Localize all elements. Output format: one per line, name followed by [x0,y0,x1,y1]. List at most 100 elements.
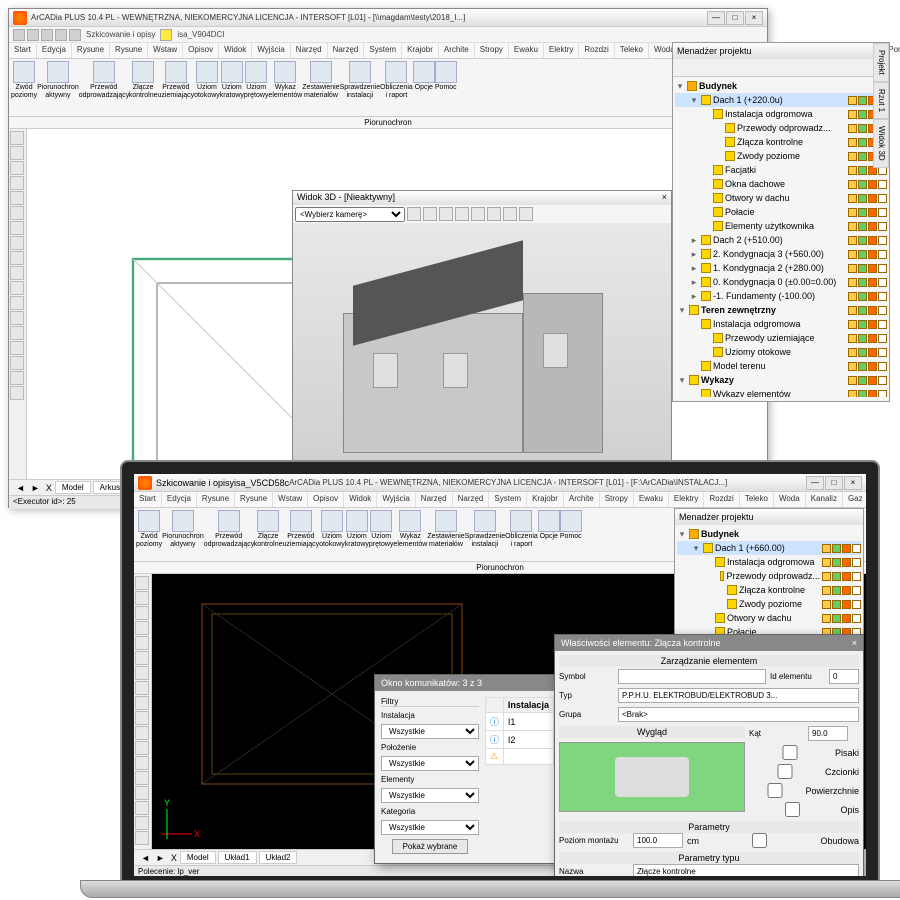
menu-item[interactable]: Rysune [197,492,235,507]
bulb-icon[interactable] [822,558,831,567]
print-icon[interactable] [868,208,877,217]
ribbon-button[interactable]: Pomoc [435,61,457,114]
id-input[interactable] [829,669,859,684]
menu-item[interactable]: Narzęd [291,43,328,58]
ribbon-button[interactable]: Zestawieniemateriałów [302,61,339,114]
tool-button[interactable] [10,356,24,370]
tool-button[interactable] [10,221,24,235]
color-icon[interactable] [878,222,887,231]
tree-row[interactable]: ▸Dach 2 (+510.00) [675,233,887,247]
v3d-tool-icon[interactable] [407,207,421,221]
menu-item[interactable]: Rysune [110,43,148,58]
ribbon-button[interactable]: Zestawieniemateriałów [427,510,464,559]
maximize-button[interactable]: □ [726,11,744,25]
print-icon[interactable] [868,320,877,329]
bulb-icon[interactable] [848,96,857,105]
qat-icon[interactable] [27,29,39,41]
menu-item[interactable]: Krajobr [527,492,564,507]
color-icon[interactable] [878,348,887,357]
print-icon[interactable] [868,334,877,343]
lock-icon[interactable] [858,250,867,259]
bulb-icon[interactable] [848,292,857,301]
sheet-tab[interactable]: Układ2 [259,851,298,864]
tool-button[interactable] [10,281,24,295]
v3d-tool-icon[interactable] [455,207,469,221]
menu-item[interactable]: Archite [439,43,475,58]
tree-row[interactable]: ▾ Budynek [675,79,887,93]
menu-item[interactable]: Elektry [669,492,704,507]
print-icon[interactable] [868,292,877,301]
color-icon[interactable] [878,320,887,329]
tool-button[interactable] [10,311,24,325]
v3d-tool-icon[interactable] [423,207,437,221]
level-input[interactable] [633,833,683,848]
lock-icon[interactable] [832,614,841,623]
bulb-icon[interactable] [848,320,857,329]
tool-button[interactable] [135,726,149,740]
bulb-icon[interactable] [848,236,857,245]
expand-icon[interactable]: ▾ [689,95,699,106]
lock-icon[interactable] [858,222,867,231]
tree-row[interactable]: ▸0. Kondygnacja 0 (±0.00=0.00) [675,275,887,289]
menu-item[interactable]: Teleko [740,492,774,507]
bulb-icon[interactable] [822,586,831,595]
tool-button[interactable] [135,636,149,650]
lock-icon[interactable] [858,208,867,217]
tool-button[interactable] [10,206,24,220]
tool-button[interactable] [135,696,149,710]
tab-nav-button[interactable]: ◄ [138,853,153,863]
lock-icon[interactable] [858,152,867,161]
ribbon-button[interactable]: Sprawdzenieinstalacji [340,61,380,114]
fonts-checkbox[interactable] [749,764,821,779]
menu-item[interactable]: Rysune [235,492,273,507]
view3d-close-icon[interactable]: × [662,192,667,204]
lock-icon[interactable] [858,306,867,315]
filter-elementy-select[interactable]: Wszystkie [381,788,479,803]
tool-button[interactable] [10,191,24,205]
menu-item[interactable]: Start [134,492,162,507]
ribbon-button[interactable]: Wykazelementów [393,510,427,559]
symbol-input[interactable] [618,669,766,684]
filter-polozenie-select[interactable]: Wszystkie [381,756,479,771]
ribbon-button[interactable]: Uziomotokowy [194,61,220,114]
menu-item[interactable]: Archite [564,492,600,507]
print-icon[interactable] [868,362,877,371]
tree-row[interactable]: Złącza kontrolne [675,135,887,149]
menu-item[interactable]: Gaz [843,492,866,507]
expand-icon[interactable]: ▾ [691,543,701,554]
ribbon-button[interactable]: Uziomprętowy [369,510,394,559]
desc-checkbox[interactable] [749,802,836,817]
print-icon[interactable] [842,600,851,609]
print-icon[interactable] [868,250,877,259]
sheet-tab[interactable]: Układ1 [218,851,257,864]
print-icon[interactable] [842,614,851,623]
tree-row[interactable]: ▸2. Kondygnacja 3 (+560.00) [675,247,887,261]
color-icon[interactable] [878,334,887,343]
view3d-canvas[interactable] [293,223,671,467]
tool-button[interactable] [135,711,149,725]
angle-input[interactable] [808,726,848,741]
close-button[interactable]: × [745,11,763,25]
dialog-close-icon[interactable]: × [852,638,857,648]
menu-item[interactable]: Ewaku [509,43,544,58]
color-icon[interactable] [878,306,887,315]
vertical-tab[interactable]: Projekt [873,43,889,82]
color-icon[interactable] [878,180,887,189]
color-icon[interactable] [852,586,861,595]
tree-row[interactable]: Złącza kontrolne [677,583,861,597]
menu-item[interactable]: Woda [774,492,806,507]
tool-button[interactable] [135,801,149,815]
surfaces-checkbox[interactable] [749,783,801,798]
color-icon[interactable] [878,292,887,301]
print-icon[interactable] [842,572,851,581]
lock-icon[interactable] [858,194,867,203]
lock-icon[interactable] [858,292,867,301]
bulb-icon[interactable] [822,544,831,553]
menu-item[interactable]: Wstaw [148,43,183,58]
print-icon[interactable] [868,236,877,245]
tool-button[interactable] [135,756,149,770]
lock-icon[interactable] [858,96,867,105]
minimize-button[interactable]: — [806,476,824,490]
vertical-tab[interactable]: Rzut 1 [873,82,889,119]
tree-row[interactable]: Wykazy elementów [675,387,887,397]
